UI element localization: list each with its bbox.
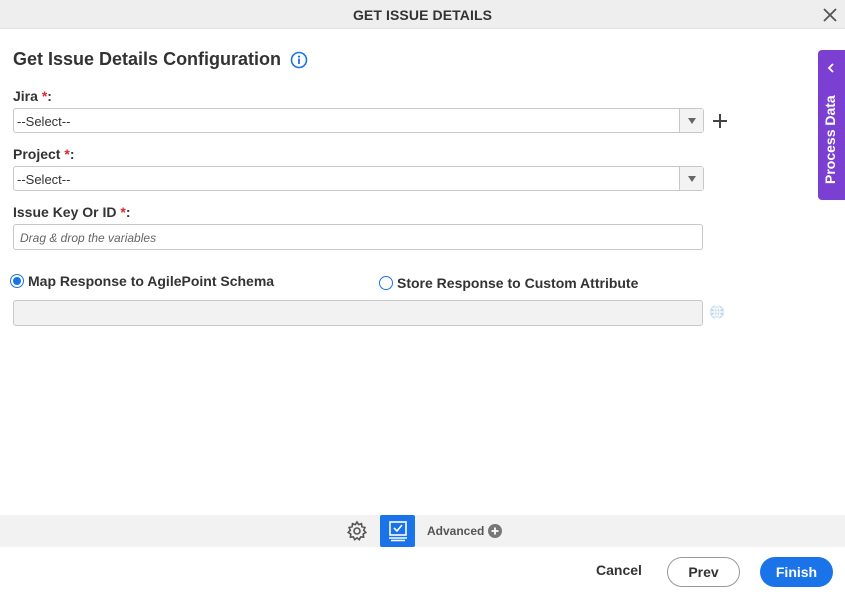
map-response-radio[interactable]: Map Response to AgilePoint Schema: [10, 273, 274, 289]
label-colon: :: [69, 146, 75, 162]
project-label-text: Project: [13, 146, 61, 162]
jira-label: Jira *:: [13, 88, 52, 104]
project-label: Project *:: [13, 146, 74, 162]
prev-button[interactable]: Prev: [667, 557, 740, 587]
label-colon: :: [47, 88, 52, 104]
process-data-label: Process Data: [822, 95, 838, 184]
radio-selected-icon[interactable]: [10, 274, 24, 288]
cancel-button[interactable]: Cancel: [596, 562, 642, 578]
label-colon: :: [125, 204, 131, 220]
issue-key-placeholder: Drag & drop the variables: [20, 231, 157, 245]
page-title-text: Get Issue Details Configuration: [13, 49, 282, 69]
issue-key-label: Issue Key Or ID *:: [13, 204, 131, 220]
globe-icon[interactable]: [709, 304, 725, 320]
add-jira-connection-icon[interactable]: [710, 111, 730, 131]
schema-field[interactable]: [13, 300, 703, 326]
project-select[interactable]: --Select--: [13, 166, 704, 191]
dialog-titlebar: GET ISSUE DETAILS: [0, 0, 845, 29]
issue-key-input[interactable]: Drag & drop the variables: [13, 224, 703, 250]
advanced-button[interactable]: Advanced: [427, 524, 503, 538]
store-response-radio[interactable]: Store Response to Custom Attribute: [379, 275, 638, 291]
page-title: Get Issue Details Configuration: [13, 49, 308, 70]
configuration-tab-icon[interactable]: [380, 515, 415, 547]
close-icon[interactable]: [819, 4, 841, 26]
map-response-label: Map Response to AgilePoint Schema: [28, 273, 275, 289]
chevron-left-icon: [826, 60, 836, 78]
info-icon[interactable]: [290, 51, 308, 69]
project-select-value: --Select--: [17, 172, 71, 187]
radio-unselected-icon[interactable]: [379, 276, 393, 290]
finish-button[interactable]: Finish: [760, 557, 833, 587]
jira-label-text: Jira: [13, 88, 38, 104]
issue-key-label-text: Issue Key Or ID: [13, 204, 117, 220]
plus-circle-icon: [488, 524, 503, 538]
gear-icon[interactable]: [346, 520, 368, 542]
bottom-toolbar: Advanced: [0, 515, 845, 547]
advanced-label: Advanced: [427, 524, 485, 538]
jira-select[interactable]: --Select--: [13, 108, 704, 133]
store-response-label: Store Response to Custom Attribute: [397, 275, 639, 291]
process-data-tab[interactable]: Process Data: [818, 50, 845, 200]
jira-select-value: --Select--: [17, 114, 71, 129]
dropdown-arrow-icon[interactable]: [679, 109, 703, 132]
dropdown-arrow-icon[interactable]: [679, 167, 703, 190]
dialog-title: GET ISSUE DETAILS: [352, 7, 493, 23]
